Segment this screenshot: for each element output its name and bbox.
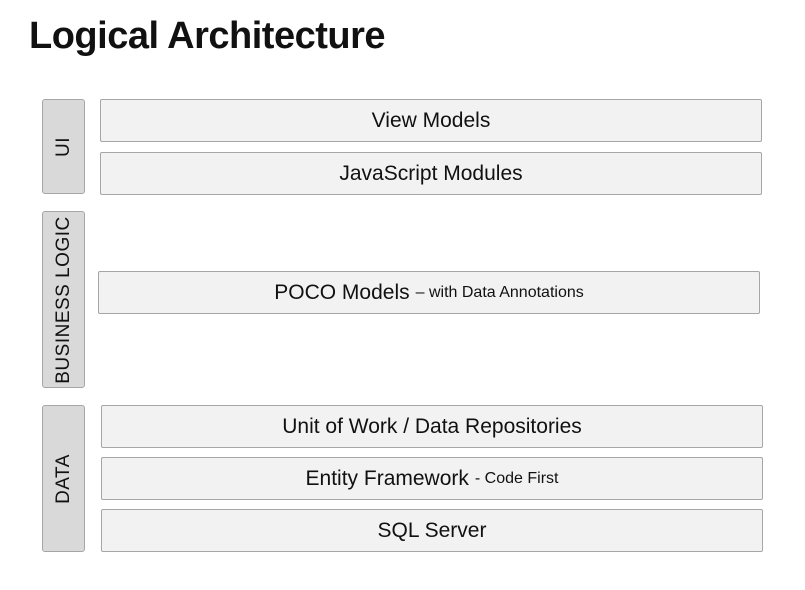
box-label: View Models (371, 108, 491, 132)
layer-label-business-logic: BUSINESS LOGIC (52, 215, 74, 384)
layer-label-ui: UI (52, 136, 74, 157)
layer-tab-data: DATA (42, 405, 85, 552)
box-poco-models: POCO Models – with Data Annotations (98, 271, 760, 314)
box-label: JavaScript Modules (339, 161, 523, 185)
box-sql-server: SQL Server (101, 509, 763, 552)
box-javascript-modules: JavaScript Modules (100, 152, 762, 195)
box-suffix: - Code First (474, 469, 559, 487)
box-view-models: View Models (100, 99, 762, 142)
box-unit-of-work: Unit of Work / Data Repositories (101, 405, 763, 448)
box-entity-framework: Entity Framework - Code First (101, 457, 763, 500)
box-suffix: – with Data Annotations (415, 283, 584, 301)
layer-tab-ui: UI (42, 99, 85, 194)
box-label: Unit of Work / Data Repositories (282, 414, 582, 438)
box-label: Entity Framework (305, 466, 469, 490)
layer-tab-business-logic: BUSINESS LOGIC (42, 211, 85, 388)
diagram-title: Logical Architecture (29, 15, 386, 57)
layer-label-data: DATA (52, 453, 74, 504)
box-label: POCO Models (274, 280, 410, 304)
box-label: SQL Server (377, 518, 487, 542)
